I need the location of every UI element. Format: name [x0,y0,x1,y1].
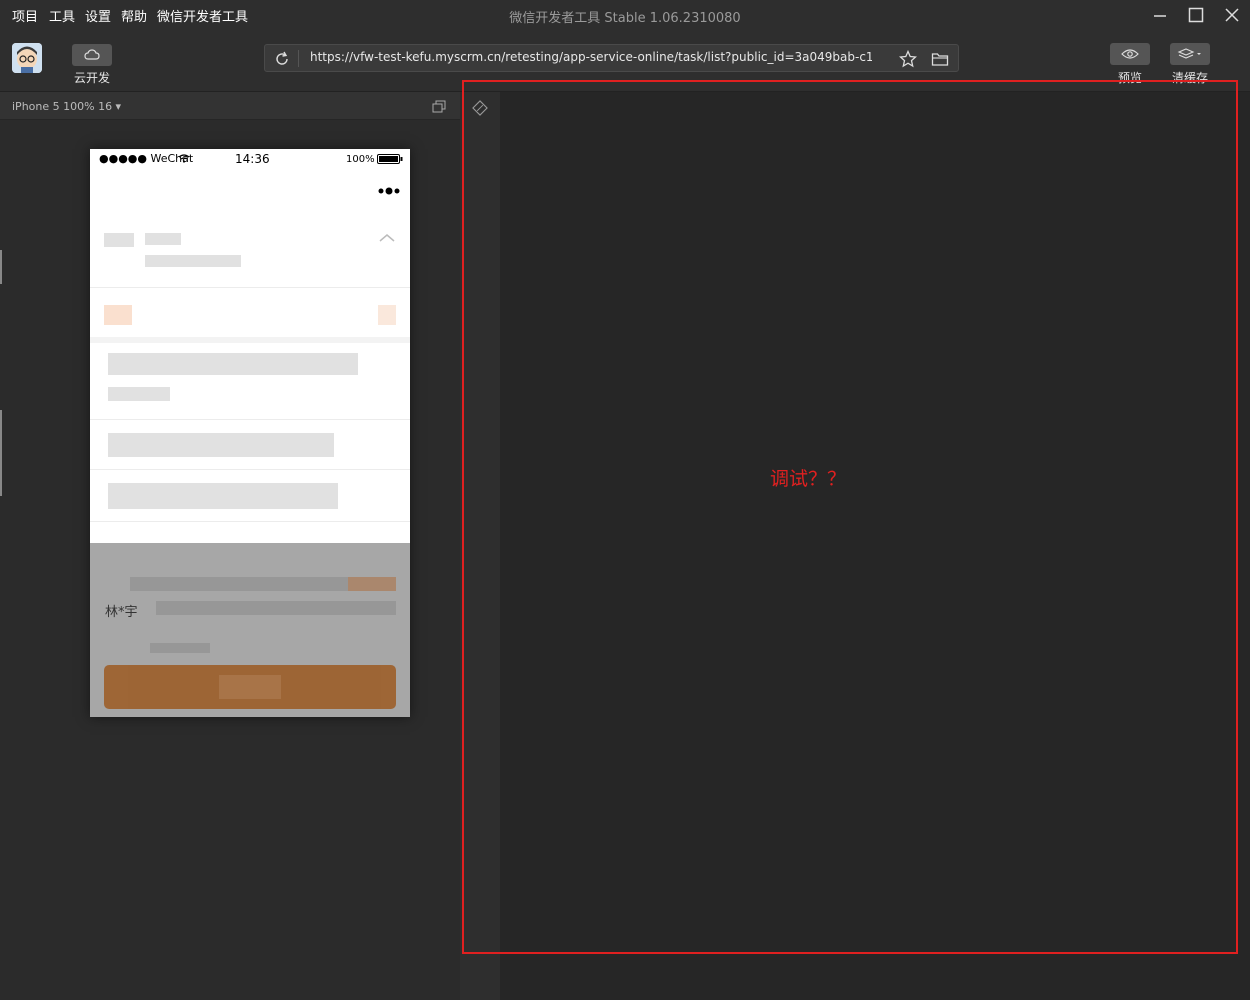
simulator-header: iPhone 5 100% 16 ▾ [0,92,460,120]
url-bar[interactable]: https://vfw-test-kefu.myscrm.cn/retestin… [264,44,959,72]
blurred-button-label [219,675,281,699]
devtools-window: 项目 工具 设置 帮助 微信开发者工具 微信开发者工具 Stable 1.06.… [0,0,1250,1000]
device-select[interactable]: iPhone 5 100% 16 ▾ [12,100,121,113]
avatar[interactable] [12,43,42,73]
toolbar: 云开发 https://vfw-test-kefu.myscrm.cn/rete… [0,30,1250,92]
eye-icon [1121,49,1139,59]
blurred-text [108,387,170,401]
avatar-icon [12,43,42,73]
blurred-tag [378,305,396,325]
blurred-tag [348,577,396,591]
blurred-text [156,601,396,615]
blurred-text [108,433,334,457]
chevron-up-icon[interactable] [378,233,396,243]
divider [90,469,410,470]
side-handle [0,250,2,284]
wifi-icon [178,154,190,163]
blurred-text [145,233,181,245]
phone-screen[interactable]: ●●●●● WeChat 14:36 100% 林*宇 [90,149,410,717]
blurred-text [145,255,241,267]
minimize-icon [1154,15,1166,17]
cloud-dev-label: 云开发 [73,71,110,85]
title-bar: 项目 工具 设置 帮助 微信开发者工具 微信开发者工具 Stable 1.06.… [0,0,1250,30]
menu-project[interactable]: 项目 [12,6,38,25]
divider [90,419,410,420]
assignee-name: 林*宇 [105,605,138,620]
maximize-button[interactable] [1184,4,1208,26]
blurred-tag [104,305,132,325]
menu-tools[interactable]: 工具 [49,6,75,25]
more-options-icon[interactable] [377,187,401,195]
battery-icon [377,154,403,164]
clear-cache-label: 清缓存 [1171,71,1208,85]
divider [90,521,410,522]
submit-button[interactable] [104,665,396,709]
section-gap [90,337,410,343]
menu-help[interactable]: 帮助 [121,6,147,25]
clear-cache-button[interactable] [1170,43,1210,65]
blurred-text [108,483,338,509]
url-separator [298,50,299,67]
star-icon[interactable] [899,50,917,68]
side-handle [0,410,2,496]
minimize-button[interactable] [1148,4,1172,26]
cloud-icon [84,49,100,60]
cloud-dev-button[interactable] [72,44,112,66]
blurred-text [150,643,210,653]
folder-icon[interactable] [931,51,949,67]
close-button[interactable] [1220,4,1244,26]
annotation-label: 调试？？ [770,468,847,490]
layers-icon [1177,48,1201,59]
rotate-icon[interactable] [472,100,488,116]
blurred-text [108,353,358,375]
blurred-text [104,233,134,247]
status-battery-text: 100% [346,154,375,165]
debug-panel [500,92,1250,1000]
close-icon [1225,8,1239,22]
url-input[interactable]: https://vfw-test-kefu.myscrm.cn/retestin… [310,50,872,64]
menu-devtools[interactable]: 微信开发者工具 [157,6,248,25]
divider [90,287,410,288]
preview-button[interactable] [1110,43,1150,65]
preview-label: 预览 [1117,71,1142,85]
simulator-panel: iPhone 5 100% 16 ▾ ●●●●● WeChat 14:36 10… [0,92,500,1000]
maximize-icon [1188,7,1204,23]
menu-settings[interactable]: 设置 [85,6,111,25]
detach-window-icon[interactable] [432,100,446,113]
phone-status-bar: ●●●●● WeChat 14:36 100% [90,149,410,169]
panel-splitter[interactable] [460,92,500,1000]
refresh-icon[interactable] [274,51,290,67]
status-time: 14:36 [235,152,270,166]
